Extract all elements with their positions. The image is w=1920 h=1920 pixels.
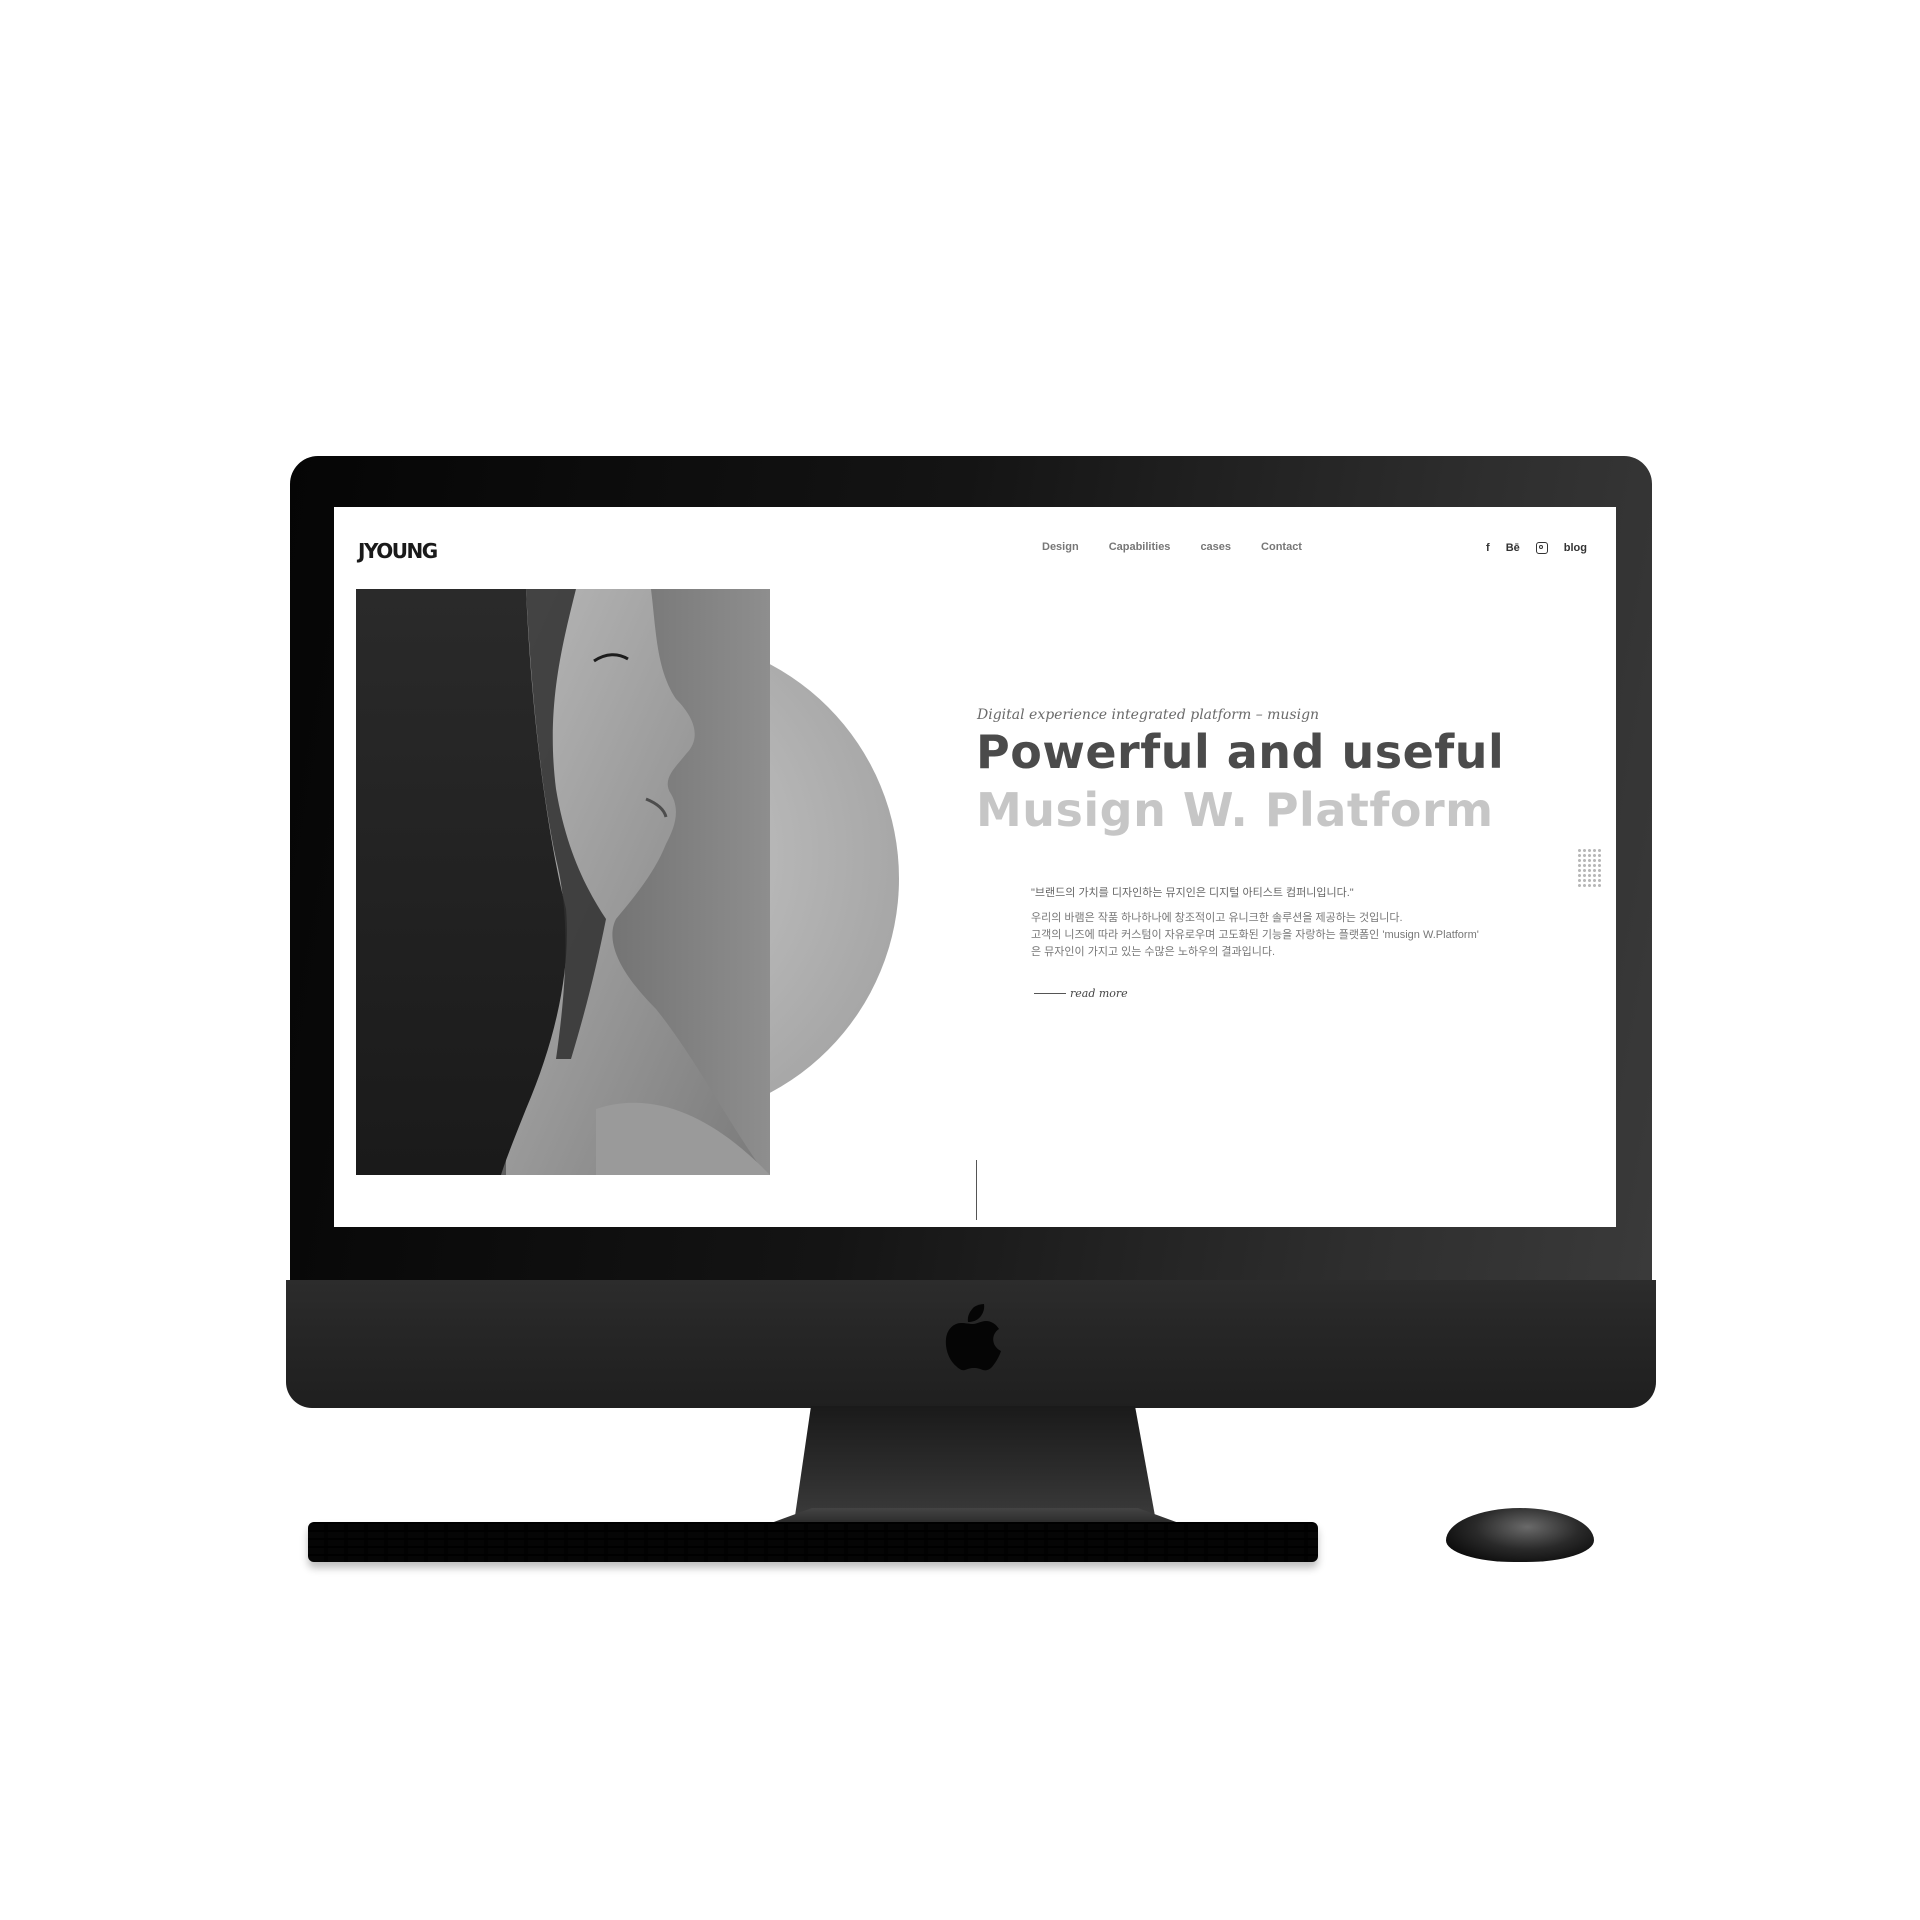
scroll-indicator-line bbox=[976, 1160, 977, 1220]
hero-headline-secondary: Musign W. Platform bbox=[976, 783, 1494, 837]
blog-link[interactable]: blog bbox=[1564, 542, 1587, 554]
hero-quote: "브랜드의 가치를 디자인하는 뮤지인은 디지털 아티스트 컴퍼니입니다." bbox=[1031, 887, 1354, 899]
imac-stand bbox=[795, 1406, 1155, 1516]
hero-tagline: Digital experience integrated platform –… bbox=[977, 707, 1320, 723]
nav-item-cases[interactable]: cases bbox=[1200, 541, 1231, 553]
screen: JYOUNG Design Capabilities cases Contact… bbox=[334, 507, 1616, 1227]
nav-item-design[interactable]: Design bbox=[1042, 541, 1079, 553]
instagram-icon[interactable] bbox=[1535, 542, 1548, 554]
description-line: 은 뮤자인이 가지고 있는 수많은 노하우의 결과입니다. bbox=[1031, 946, 1276, 958]
keyboard bbox=[308, 1522, 1318, 1562]
read-more-label: read more bbox=[1070, 987, 1128, 1000]
description-line: 고객의 니즈에 따라 커스텀이 자유로우며 고도화된 기능을 자랑하는 플랫폼인… bbox=[1031, 929, 1479, 941]
facebook-icon[interactable]: f bbox=[1486, 542, 1490, 554]
site-logo[interactable]: JYOUNG bbox=[358, 539, 438, 563]
magic-mouse bbox=[1446, 1508, 1594, 1562]
decorative-dot-grid bbox=[1577, 848, 1603, 888]
nav-item-capabilities[interactable]: Capabilities bbox=[1109, 541, 1171, 553]
social-links: f Bē blog bbox=[1486, 542, 1587, 554]
read-more-line bbox=[1034, 993, 1066, 994]
read-more-link[interactable]: read more bbox=[1034, 987, 1128, 1000]
hero-description: 우리의 바램은 작품 하나하나에 창조적이고 유니크한 솔루션을 제공하는 것입… bbox=[1031, 910, 1501, 961]
nav-item-contact[interactable]: Contact bbox=[1261, 541, 1302, 553]
hero-portrait-image bbox=[356, 589, 770, 1175]
main-nav: Design Capabilities cases Contact bbox=[1042, 541, 1332, 553]
behance-icon[interactable]: Bē bbox=[1506, 542, 1520, 554]
hero-headline-primary: Powerful and useful bbox=[976, 725, 1505, 779]
description-line: 우리의 바램은 작품 하나하나에 창조적이고 유니크한 솔루션을 제공하는 것입… bbox=[1031, 912, 1403, 924]
apple-logo-icon bbox=[945, 1304, 1001, 1371]
